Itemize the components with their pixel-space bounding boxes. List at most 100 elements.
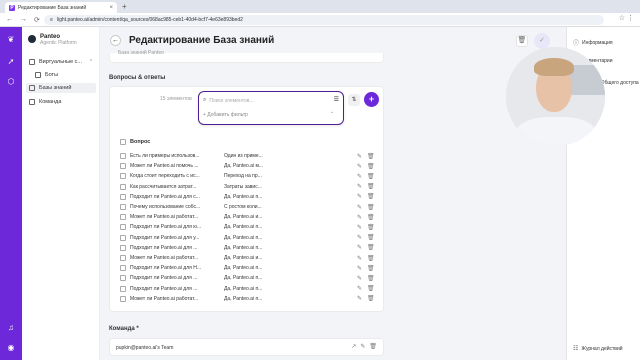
row-checkbox[interactable] <box>120 153 126 159</box>
edit-icon[interactable]: ✎ <box>357 234 362 241</box>
close-tab-icon[interactable]: × <box>109 5 113 11</box>
table-row[interactable]: Подходит ли Panteo.ai для Н... Да, Panteo… <box>120 263 375 273</box>
column-question[interactable]: Вопрос <box>130 139 150 145</box>
edit-icon[interactable]: ✎ <box>357 295 362 302</box>
table-row[interactable]: Как рассчитывается затрат... Затраты зави… <box>120 182 375 192</box>
chevron-up-icon[interactable]: ⌃ <box>89 59 93 65</box>
row-checkbox[interactable] <box>120 183 126 190</box>
edit-icon[interactable]: ✎ <box>357 173 362 180</box>
cube-icon[interactable]: ⬡ <box>6 77 16 87</box>
row-checkbox[interactable] <box>120 255 126 261</box>
site-info-icon[interactable]: ≡ <box>50 17 53 23</box>
description-card: База знаний Panteo <box>109 50 384 63</box>
team-field[interactable]: pupkin@panteo.ai's Team ↗ ✎ 🗑 <box>109 338 384 356</box>
sort-icon[interactable]: ☰ <box>334 96 339 103</box>
trash-icon[interactable]: 🗑 <box>367 163 375 170</box>
edit-icon[interactable]: ✎ <box>357 204 362 211</box>
edit-icon[interactable]: ✎ <box>357 183 362 190</box>
new-tab-button[interactable]: + <box>122 2 127 12</box>
webcam-overlay <box>506 47 605 146</box>
table-row[interactable]: Подходит ли Panteo.ai для ю... Да, Panteo… <box>120 222 375 232</box>
row-checkbox[interactable] <box>120 234 126 241</box>
trash-icon[interactable]: 🗑 <box>367 214 375 221</box>
activity-log-tab[interactable]: ☷ Журнал действий <box>573 345 623 353</box>
trash-icon[interactable]: 🗑 <box>367 173 375 180</box>
back-button[interactable]: ← <box>110 35 121 46</box>
trash-icon[interactable]: 🗑 <box>369 343 377 350</box>
add-filter-dropdown[interactable]: + Добавить фильтр ⌄ <box>203 109 339 120</box>
trash-icon[interactable]: 🗑 <box>367 224 375 231</box>
row-checkbox[interactable] <box>120 173 126 180</box>
trash-icon[interactable]: 🗑 <box>367 234 375 241</box>
logo-icon[interactable]: ❦ <box>6 35 16 45</box>
table-row[interactable]: Подходит ли Panteo.ai для ... Да, Panteo.… <box>120 273 375 283</box>
edit-icon[interactable]: ✎ <box>360 343 365 350</box>
edit-icon[interactable]: ✎ <box>357 163 362 170</box>
edit-icon[interactable]: ✎ <box>357 275 362 282</box>
row-checkbox[interactable] <box>120 224 126 231</box>
browser-menu-icon[interactable]: ☆ ⋮ <box>619 14 634 22</box>
edit-icon[interactable]: ✎ <box>357 285 362 292</box>
trash-icon[interactable]: 🗑 <box>367 153 375 160</box>
trash-icon[interactable]: 🗑 <box>367 255 375 262</box>
trash-icon[interactable]: 🗑 <box>367 295 375 302</box>
table-row[interactable]: Подходит ли Panteo.ai для ... Да, Panteo.… <box>120 243 375 253</box>
nav-item-bots[interactable]: Боты <box>32 70 96 80</box>
row-checkbox[interactable] <box>120 244 126 251</box>
forward-nav-icon[interactable]: → <box>20 16 27 23</box>
filter-settings-icon[interactable]: ⇅ <box>348 94 360 106</box>
row-checkbox[interactable] <box>120 214 126 221</box>
table-row[interactable]: Подходит ли Panteo.ai для у... Да, Panteo… <box>120 233 375 243</box>
trash-icon[interactable]: 🗑 <box>367 244 375 251</box>
browser-tab[interactable]: P Редактирование База знаний × <box>5 2 117 13</box>
rocket-icon[interactable]: ➚ <box>6 57 16 67</box>
back-nav-icon[interactable]: ← <box>6 16 13 23</box>
table-row[interactable]: Когда стоит переходить с ис... Переход на… <box>120 171 375 181</box>
edit-icon[interactable]: ✎ <box>357 255 362 262</box>
open-link-icon[interactable]: ↗ <box>351 343 356 350</box>
edit-icon[interactable]: ✎ <box>357 214 362 221</box>
table-row[interactable]: Почему использование собс... С ростом кол… <box>120 202 375 212</box>
table-row[interactable]: Может ли Panteo.ai помочь ... Да, Panteo.… <box>120 161 375 171</box>
info-tab[interactable]: ⓘ Информация <box>573 38 613 48</box>
table-row[interactable]: Есть ли примеры использов... Один из прим… <box>120 151 375 161</box>
row-checkbox[interactable] <box>120 275 126 282</box>
trash-icon[interactable]: 🗑 <box>367 275 375 282</box>
row-checkbox[interactable] <box>120 163 126 170</box>
edit-icon[interactable]: ✎ <box>357 193 362 200</box>
table-row[interactable]: Может ли Panteo.ai работат... Да, Panteo.… <box>120 294 375 304</box>
nav-item-virtual-agents[interactable]: Виртуальные с... ⌃ <box>26 57 96 67</box>
trash-icon[interactable]: 🗑 <box>367 265 375 272</box>
row-checkbox[interactable] <box>120 204 126 210</box>
add-filter-label: + Добавить фильтр <box>203 111 248 118</box>
select-all-checkbox[interactable] <box>120 139 126 145</box>
url-field[interactable]: ≡ light.panteo.ai/admin/content/qa_sourc… <box>44 15 604 25</box>
table-row[interactable]: Может ли Panteo.ai работат... Да, Panteo.… <box>120 212 375 222</box>
bell-icon[interactable]: ♫ <box>6 323 16 333</box>
user-icon[interactable]: ◉ <box>6 343 16 353</box>
browser-tab-bar: P Редактирование База знаний × + <box>0 0 640 13</box>
reload-icon[interactable]: ⟳ <box>34 16 40 24</box>
table-row[interactable]: Может ли Panteo.ai работат... Да, Panteo.… <box>120 253 375 263</box>
row-checkbox[interactable] <box>120 265 126 272</box>
table-row[interactable]: Подходит ли Panteo.ai для ... Да, Panteo.… <box>120 284 375 294</box>
row-checkbox[interactable] <box>120 285 126 292</box>
main-content: ← Редактирование База знаний 🗑 ✓ База зн… <box>100 27 566 360</box>
nav-item-team[interactable]: Команда <box>26 97 96 107</box>
table-row[interactable]: Подходит ли Panteo.ai для с... Да, Panteo… <box>120 192 375 202</box>
search-input[interactable] <box>209 97 320 104</box>
edit-icon[interactable]: ✎ <box>357 265 362 272</box>
trash-icon[interactable]: 🗑 <box>367 285 375 292</box>
nav-item-knowledge-bases[interactable]: Базы знаний <box>26 83 96 93</box>
edit-icon[interactable]: ✎ <box>357 244 362 251</box>
trash-icon[interactable]: 🗑 <box>367 183 375 190</box>
delete-button[interactable]: 🗑 <box>516 35 528 47</box>
answer-cell: С ростом коли... <box>224 204 262 210</box>
row-checkbox[interactable] <box>120 193 126 200</box>
trash-icon[interactable]: 🗑 <box>367 204 375 211</box>
add-item-button[interactable]: + <box>364 92 379 107</box>
edit-icon[interactable]: ✎ <box>357 224 362 231</box>
row-checkbox[interactable] <box>120 295 126 302</box>
trash-icon[interactable]: 🗑 <box>367 193 375 200</box>
edit-icon[interactable]: ✎ <box>357 153 362 160</box>
